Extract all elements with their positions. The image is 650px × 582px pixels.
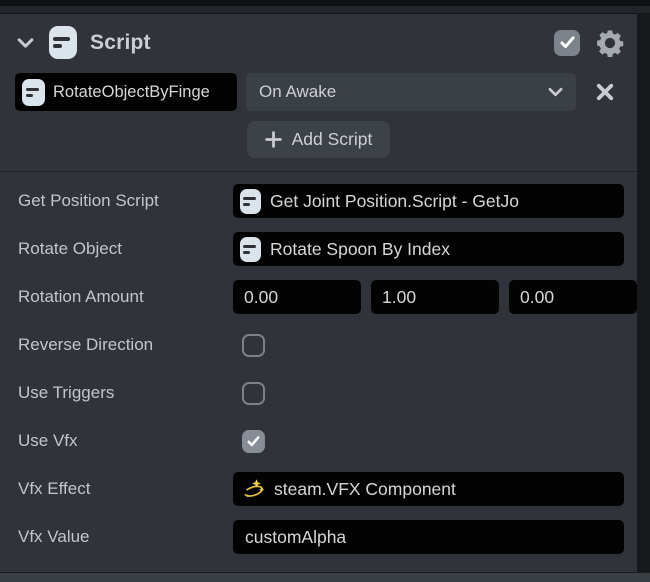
property-row: Get Position Script Get Joint Position.S… xyxy=(18,177,624,225)
property-label: Rotate Object xyxy=(18,239,233,259)
property-row: Use Triggers xyxy=(18,369,624,417)
reverse-direction-checkbox[interactable] xyxy=(242,334,265,357)
script-asset-field[interactable]: RotateObjectByFinge xyxy=(15,73,237,111)
rotation-y-input[interactable]: 1.00 xyxy=(371,280,499,314)
script-slot-row: RotateObjectByFinge On Awake xyxy=(15,73,624,111)
get-position-script-field[interactable]: Get Joint Position.Script - GetJo xyxy=(233,184,624,218)
field-value: customAlpha xyxy=(245,527,346,548)
property-row: Rotate Object Rotate Spoon By Index xyxy=(18,225,624,273)
close-icon xyxy=(595,82,615,102)
use-vfx-checkbox[interactable] xyxy=(242,430,265,453)
rotation-z-input[interactable]: 0.00 xyxy=(509,280,637,314)
property-row: Reverse Direction xyxy=(18,321,624,369)
check-icon xyxy=(560,36,575,49)
property-label: Vfx Effect xyxy=(18,479,233,499)
chevron-down-icon xyxy=(548,87,563,97)
use-triggers-checkbox[interactable] xyxy=(242,382,265,405)
property-row: Use Vfx xyxy=(18,417,624,465)
script-icon xyxy=(22,79,45,106)
gear-icon xyxy=(595,28,625,58)
property-row: Vfx Effect steam.VFX Component xyxy=(18,465,624,513)
panel-top-bar xyxy=(0,6,650,14)
property-label: Vfx Value xyxy=(18,527,233,547)
vfx-value-input[interactable]: customAlpha xyxy=(233,520,624,554)
script-icon xyxy=(240,189,261,214)
script-event-value: On Awake xyxy=(259,82,548,102)
field-value: steam.VFX Component xyxy=(274,479,456,500)
property-label: Use Vfx xyxy=(18,431,233,451)
panel-right-edge xyxy=(637,14,650,573)
field-value: Rotate Spoon By Index xyxy=(270,239,450,260)
component-enabled-checkbox[interactable] xyxy=(554,30,580,56)
property-label: Get Position Script xyxy=(18,191,233,211)
vfx-effect-field[interactable]: steam.VFX Component xyxy=(233,472,624,506)
property-row: Vfx Value customAlpha xyxy=(18,513,624,561)
add-script-row: Add Script xyxy=(0,121,637,158)
rotation-x-input[interactable]: 0.00 xyxy=(233,280,361,314)
remove-script-button[interactable] xyxy=(585,73,624,111)
property-row: Rotation Amount 0.00 1.00 0.00 xyxy=(18,273,624,321)
component-title: Script xyxy=(90,31,151,55)
settings-button[interactable] xyxy=(595,28,625,58)
script-icon xyxy=(49,26,77,59)
property-label: Reverse Direction xyxy=(18,335,233,355)
field-value: Get Joint Position.Script - GetJo xyxy=(270,191,519,212)
plus-icon xyxy=(265,131,282,148)
script-icon xyxy=(240,237,261,262)
rotation-amount-vector: 0.00 1.00 0.00 xyxy=(233,280,637,314)
property-label: Rotation Amount xyxy=(18,287,233,307)
vfx-sparkle-icon xyxy=(242,477,266,501)
check-icon xyxy=(247,436,260,447)
add-script-label: Add Script xyxy=(292,129,373,150)
script-component-inspector: Script RotateObjectByFinge On Awake xyxy=(0,14,637,561)
rotate-object-field[interactable]: Rotate Spoon By Index xyxy=(233,232,624,266)
script-event-dropdown[interactable]: On Awake xyxy=(246,73,576,111)
component-header: Script xyxy=(0,14,637,71)
script-asset-name: RotateObjectByFinge xyxy=(53,83,210,102)
panel-bottom-bar xyxy=(0,572,650,582)
script-properties: Get Position Script Get Joint Position.S… xyxy=(0,172,637,561)
chevron-down-icon[interactable] xyxy=(17,37,34,49)
property-label: Use Triggers xyxy=(18,383,233,403)
add-script-button[interactable]: Add Script xyxy=(247,121,391,158)
